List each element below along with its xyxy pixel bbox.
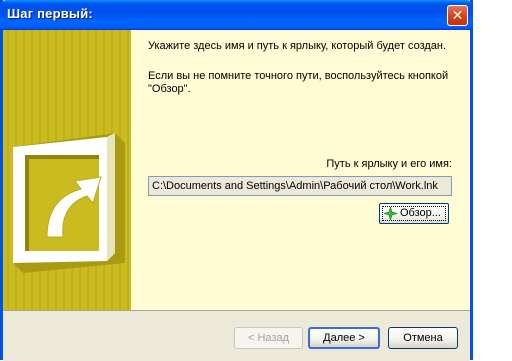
instruction-paragraph: Укажите здесь имя и путь к ярлыку, котор…	[148, 40, 447, 52]
next-button[interactable]: Далее >	[308, 327, 380, 349]
close-button[interactable]: ✕	[447, 5, 468, 26]
path-label: Путь к ярлыку и его имя:	[326, 158, 452, 170]
shortcut-arrow-icon	[3, 125, 131, 275]
instruction-paragraph: Если вы не помните точного пути, восполь…	[148, 70, 449, 95]
title-bar[interactable]: Шаг первый: ✕	[0, 0, 473, 30]
browse-label: Обзор...	[400, 207, 441, 219]
wizard-content: Укажите здесь имя и путь к ярлыку, котор…	[3, 30, 470, 310]
back-button[interactable]: < Назад	[234, 327, 303, 349]
wizard-sidebar	[3, 30, 131, 310]
window-title: Шаг первый:	[7, 6, 93, 21]
close-icon: ✕	[451, 7, 464, 23]
instruction-text: Укажите здесь имя и путь к ярлыку, котор…	[148, 40, 458, 113]
cancel-button[interactable]: Отмена	[388, 327, 458, 349]
browse-star-icon	[384, 207, 397, 220]
wizard-footer: < Назад Далее > Отмена	[3, 310, 470, 361]
shortcut-path-field[interactable]: C:\Documents and Settings\Admin\Рабочий …	[148, 176, 452, 196]
wizard-window: Шаг первый: ✕ Укажите здесь имя и путь к…	[0, 0, 473, 361]
browse-button[interactable]: Обзор...	[379, 203, 449, 224]
